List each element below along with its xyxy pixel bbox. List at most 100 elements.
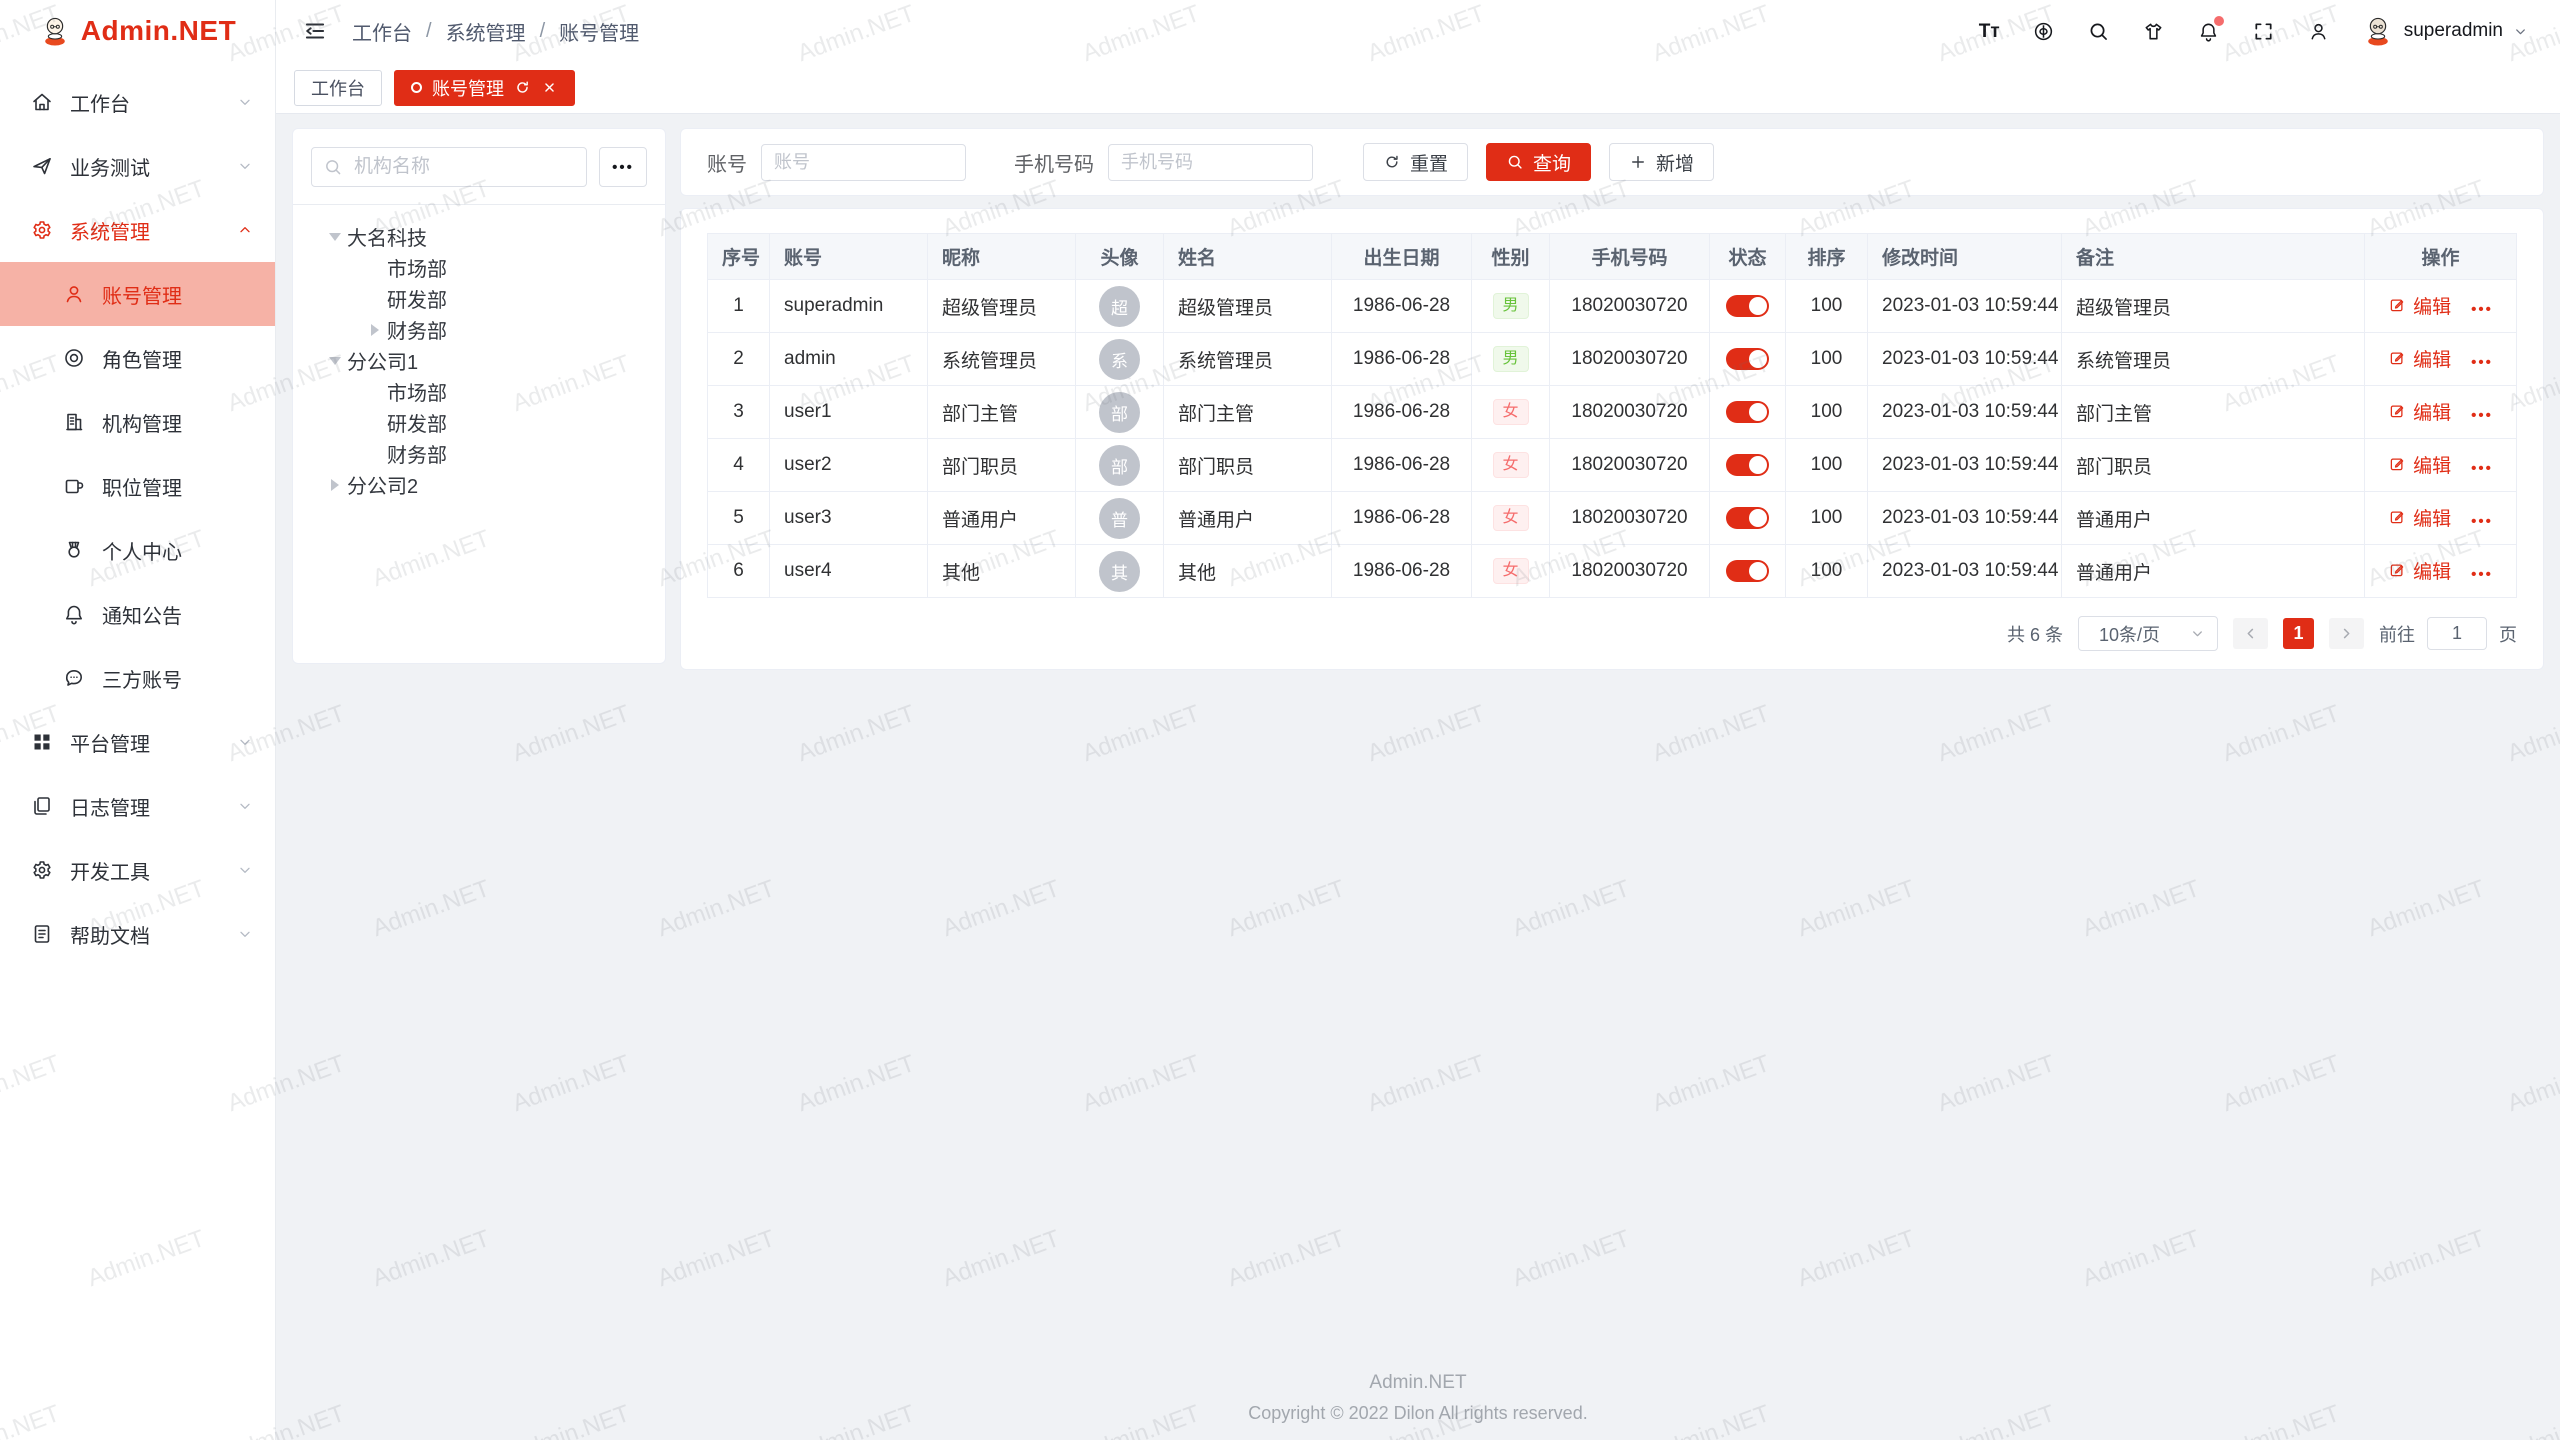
sidebar-item-bell[interactable]: 通知公告: [0, 582, 275, 646]
reset-button[interactable]: 重置: [1363, 143, 1468, 181]
cell: 2023-01-03 10:59:44: [1868, 545, 2062, 598]
tree-caret-icon[interactable]: [363, 318, 387, 342]
sidebar-item-position[interactable]: 职位管理: [0, 454, 275, 518]
sidebar-item-org[interactable]: 机构管理: [0, 390, 275, 454]
status-toggle[interactable]: [1726, 560, 1769, 582]
search-icon: [323, 157, 343, 177]
edit-label: 编辑: [2413, 398, 2451, 425]
status-toggle[interactable]: [1726, 507, 1769, 529]
sidebar-item-home[interactable]: 工作台: [0, 70, 275, 134]
footer: Admin.NET Copyright © 2022 Dilon All rig…: [276, 1372, 2560, 1424]
status-toggle[interactable]: [1726, 348, 1769, 370]
tree-caret-icon[interactable]: [323, 349, 347, 373]
tree-caret-icon[interactable]: [323, 473, 347, 497]
cell: 普通用户: [2062, 492, 2365, 545]
tree-node[interactable]: 研发部: [311, 283, 647, 314]
column-header: 性别: [1472, 234, 1550, 280]
tab-item[interactable]: 工作台: [294, 70, 382, 106]
fullscreen-icon[interactable]: [2252, 20, 2275, 43]
gender-cell: 女: [1472, 492, 1550, 545]
cell: 其他: [928, 545, 1076, 598]
collapse-sidebar-icon[interactable]: [302, 18, 328, 44]
sidebar-item-docs[interactable]: 帮助文档: [0, 902, 275, 966]
user-menu[interactable]: superadmin: [2362, 15, 2528, 47]
sidebar-item-tools[interactable]: 开发工具: [0, 838, 275, 902]
phone-input[interactable]: [1108, 144, 1313, 181]
column-header: 操作: [2365, 234, 2517, 280]
topbar: 工作台/系统管理/账号管理 Tт: [276, 0, 2560, 62]
tab-close-icon[interactable]: [541, 79, 558, 96]
search-icon[interactable]: [2087, 20, 2110, 43]
breadcrumb-item[interactable]: 系统管理: [446, 17, 526, 46]
tree-node[interactable]: 大名科技: [311, 221, 647, 252]
sidebar-item-chat[interactable]: 三方账号: [0, 646, 275, 710]
status-toggle[interactable]: [1726, 454, 1769, 476]
more-actions-button[interactable]: •••: [2471, 407, 2493, 424]
user-icon[interactable]: [2307, 20, 2330, 43]
sidebar-item-send[interactable]: 业务测试: [0, 134, 275, 198]
status-cell: [1710, 492, 1786, 545]
cell: 1: [708, 280, 770, 333]
refresh-icon: [1383, 153, 1401, 171]
sidebar-item-logs[interactable]: 日志管理: [0, 774, 275, 838]
org-more-button[interactable]: •••: [599, 147, 647, 187]
more-actions-button[interactable]: •••: [2471, 301, 2493, 318]
notification-badge: [2214, 16, 2224, 26]
edit-button[interactable]: 编辑: [2388, 451, 2451, 478]
cell: 2023-01-03 10:59:44: [1868, 492, 2062, 545]
logo: Admin.NET: [0, 0, 275, 62]
edit-icon: [2388, 402, 2406, 420]
theme-icon[interactable]: [2142, 20, 2165, 43]
page-size-select[interactable]: 10条/页: [2078, 616, 2218, 651]
tree-node[interactable]: 财务部: [311, 438, 647, 469]
gender-badge: 男: [1493, 346, 1529, 372]
more-actions-button[interactable]: •••: [2471, 566, 2493, 583]
notification-bell-icon[interactable]: [2197, 20, 2220, 43]
org-search-input[interactable]: [311, 147, 587, 187]
sidebar-item-profile[interactable]: 个人中心: [0, 518, 275, 582]
next-page-button[interactable]: [2329, 618, 2364, 649]
edit-button[interactable]: 编辑: [2388, 398, 2451, 425]
cell: 部门主管: [928, 386, 1076, 439]
tree-node[interactable]: 市场部: [311, 252, 647, 283]
tree-node[interactable]: 分公司2: [311, 469, 647, 500]
tree-node[interactable]: 市场部: [311, 376, 647, 407]
edit-button[interactable]: 编辑: [2388, 504, 2451, 531]
account-input[interactable]: [761, 144, 966, 181]
edit-button[interactable]: 编辑: [2388, 345, 2451, 372]
sidebar: Admin.NET 工作台业务测试系统管理账号管理角色管理机构管理职位管理个人中…: [0, 0, 276, 1440]
tab-active[interactable]: 账号管理: [394, 70, 575, 106]
table-row: 4user2部门职员部部门职员1986-06-28女18020030720100…: [708, 439, 2517, 492]
prev-page-button[interactable]: [2233, 618, 2268, 649]
current-page[interactable]: 1: [2283, 618, 2314, 649]
tree-node[interactable]: 分公司1: [311, 345, 647, 376]
sidebar-item-user[interactable]: 账号管理: [0, 262, 275, 326]
table-row: 1superadmin超级管理员超超级管理员1986-06-28男1802003…: [708, 280, 2517, 333]
breadcrumb-item[interactable]: 工作台: [352, 17, 412, 46]
sidebar-item-platform[interactable]: 平台管理: [0, 710, 275, 774]
cell: 100: [1786, 386, 1868, 439]
edit-button[interactable]: 编辑: [2388, 557, 2451, 584]
add-button[interactable]: 新增: [1609, 143, 1714, 181]
column-header: 状态: [1710, 234, 1786, 280]
tab-refresh-icon[interactable]: [514, 79, 531, 96]
query-button[interactable]: 查询: [1486, 143, 1591, 181]
edit-button[interactable]: 编辑: [2388, 292, 2451, 319]
tree-node[interactable]: 研发部: [311, 407, 647, 438]
tree-node[interactable]: 财务部: [311, 314, 647, 345]
sidebar-item-gear[interactable]: 系统管理: [0, 198, 275, 262]
more-actions-button[interactable]: •••: [2471, 460, 2493, 477]
sidebar-item-role[interactable]: 角色管理: [0, 326, 275, 390]
goto-page-input[interactable]: [2427, 617, 2487, 650]
more-actions-button[interactable]: •••: [2471, 354, 2493, 371]
status-toggle[interactable]: [1726, 295, 1769, 317]
status-toggle[interactable]: [1726, 401, 1769, 423]
cell: 部门职员: [2062, 439, 2365, 492]
breadcrumb-item[interactable]: 账号管理: [559, 17, 639, 46]
operation-cell: 编辑 •••: [2365, 280, 2517, 333]
more-actions-button[interactable]: •••: [2471, 513, 2493, 530]
language-icon[interactable]: [2032, 20, 2055, 43]
tree-caret-icon[interactable]: [323, 225, 347, 249]
font-size-icon[interactable]: Tт: [1979, 20, 2000, 43]
cell: 100: [1786, 333, 1868, 386]
